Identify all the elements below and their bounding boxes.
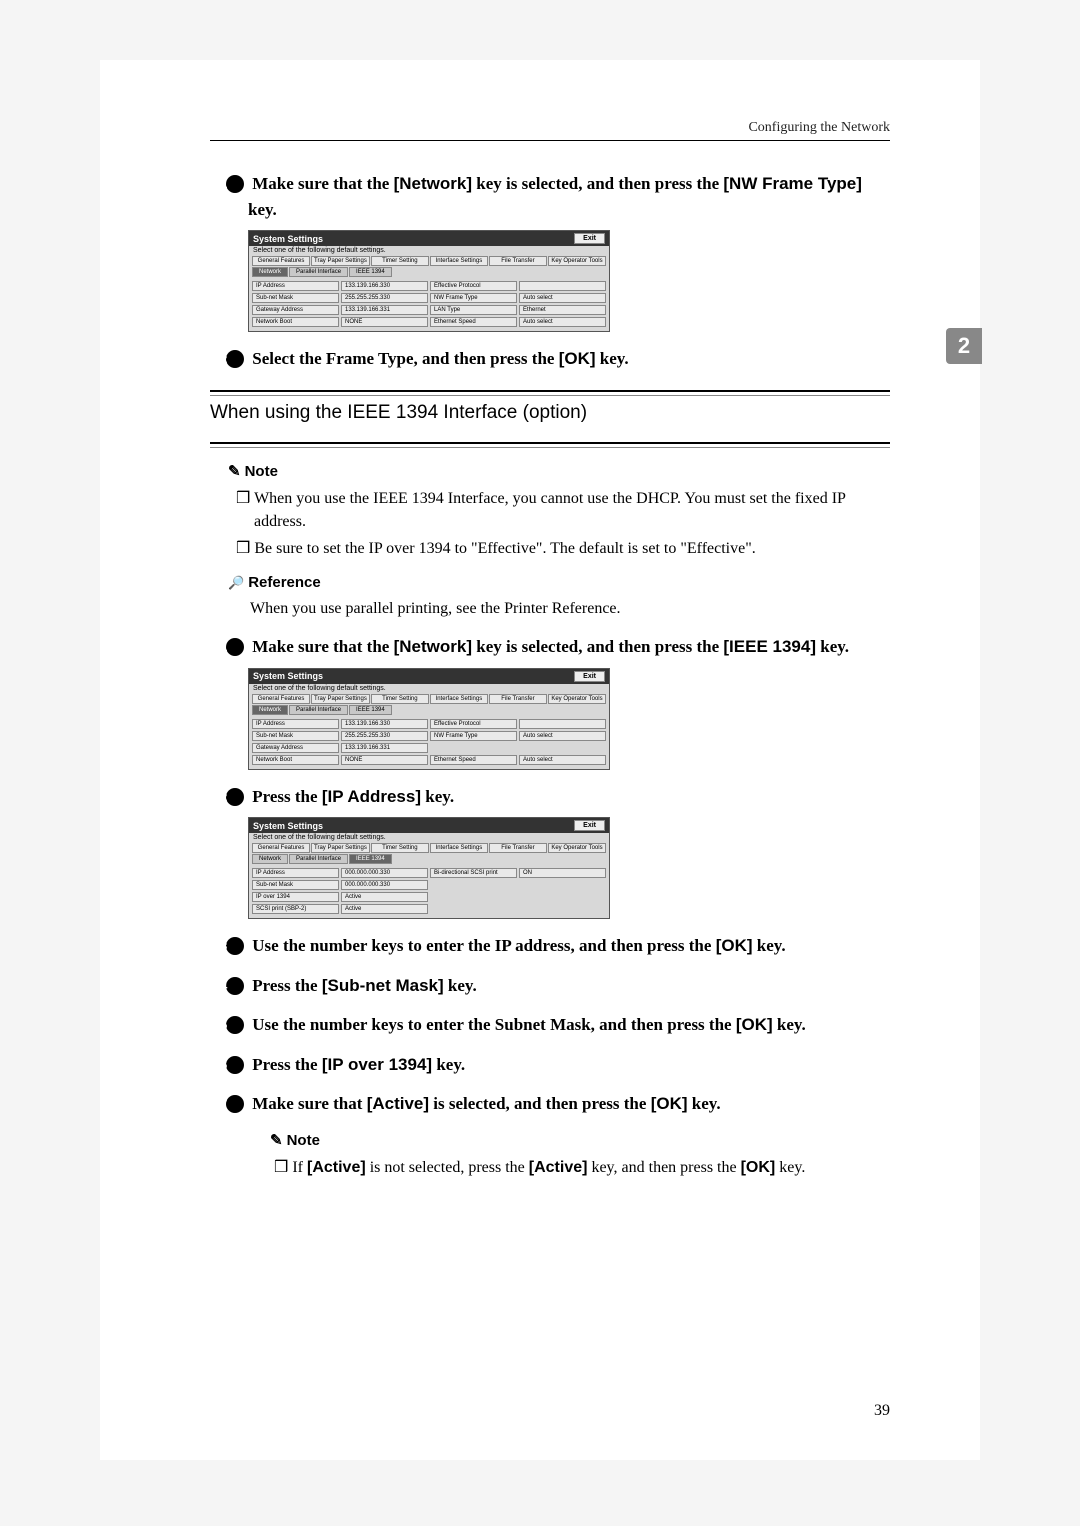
sub-note-heading: Note — [270, 1131, 890, 1150]
ss-title: System Settings — [253, 234, 323, 244]
page-number: 39 — [874, 1402, 890, 1420]
note-item: Be sure to set the IP over 1394 to "Effe… — [254, 537, 890, 560]
step-b5: 5 Use the number keys to enter the Subne… — [248, 1012, 890, 1038]
step-number-icon: 4 — [226, 977, 244, 995]
step-number-icon: 1 — [226, 638, 244, 656]
step-b6: 6 Press the [IP over 1394] key. — [248, 1052, 890, 1078]
reference-body: When you use parallel printing, see the … — [250, 597, 890, 620]
sub-note-item: If [Active] is not selected, press the [… — [292, 1156, 890, 1179]
step-number-icon: 6 — [226, 1056, 244, 1074]
system-settings-screenshot-3: System SettingsExit Select one of the fo… — [248, 817, 610, 919]
note-heading: Note — [228, 462, 890, 481]
step-a2: 2 Select the Frame Type, and then press … — [248, 346, 890, 372]
running-header: Configuring the Network — [210, 120, 890, 141]
step-b3: 3 Use the number keys to enter the IP ad… — [248, 933, 890, 959]
reference-heading: Reference — [228, 574, 890, 591]
note-item: When you use the IEEE 1394 Interface, yo… — [254, 487, 890, 533]
step-number-icon: 5 — [226, 1016, 244, 1034]
step-b4: 4 Press the [Sub-net Mask] key. — [248, 973, 890, 999]
chapter-tab: 2 — [946, 328, 982, 364]
step-number-icon: 2 — [226, 788, 244, 806]
document-page: Configuring the Network 2 1 Make sure th… — [100, 60, 980, 1460]
step-b1: 1 Make sure that the [Network] key is se… — [248, 634, 890, 660]
step-number-icon: 1 — [226, 175, 244, 193]
section-rule — [210, 390, 890, 396]
exit-button: Exit — [574, 233, 605, 244]
system-settings-screenshot-2: System SettingsExit Select one of the fo… — [248, 668, 610, 770]
ss-main-tabs: General Features Tray Paper Settings Tim… — [249, 255, 609, 267]
step-number-icon: 3 — [226, 937, 244, 955]
step-number-icon: 7 — [226, 1095, 244, 1113]
section-heading: When using the IEEE 1394 Interface (opti… — [210, 402, 890, 424]
section-rule — [210, 442, 890, 448]
step-b7: 7 Make sure that [Active] is selected, a… — [248, 1091, 890, 1117]
step-a1: 1 Make sure that the [Network] key is se… — [248, 171, 890, 222]
system-settings-screenshot-1: System SettingsExit Select one of the fo… — [248, 230, 610, 332]
step-b2: 2 Press the [IP Address] key. — [248, 784, 890, 810]
step-number-icon: 2 — [226, 350, 244, 368]
